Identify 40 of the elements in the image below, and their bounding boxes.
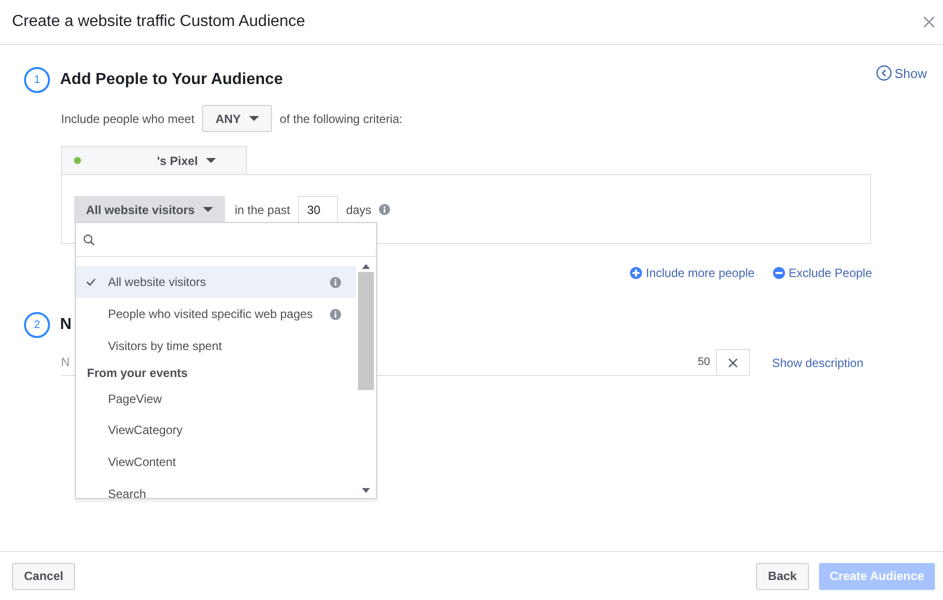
close-icon (923, 16, 935, 28)
section-heading: Add People to Your Audience (60, 71, 283, 89)
show-link[interactable]: Show (876, 65, 927, 81)
step-number: 1 (24, 67, 50, 93)
rule-label: days (346, 202, 372, 216)
minus-circle-icon (772, 267, 785, 279)
cancel-button[interactable]: Cancel (12, 562, 76, 590)
step-number: 2 (24, 312, 50, 338)
menu-option[interactable]: People who visited specific web pages (76, 298, 356, 330)
caret-icon (202, 207, 213, 212)
dialog-title: Create a website traffic Custom Audience (12, 13, 306, 31)
check-icon (86, 278, 96, 286)
section-heading: N (60, 316, 72, 334)
menu-option[interactable]: All website visitors (76, 266, 356, 298)
days-field[interactable]: 30 (298, 196, 338, 223)
criteria-label: Include people who meet (61, 112, 194, 126)
status-dot-icon (74, 157, 81, 164)
search-icon (83, 234, 95, 246)
rule-label: in the past (234, 202, 290, 216)
match-dropdown[interactable]: ANY (202, 105, 272, 132)
scroll-up-icon (362, 264, 370, 269)
menu-option[interactable]: Search (76, 478, 356, 498)
show-description-link[interactable]: Show description (772, 356, 864, 370)
plus-circle-icon (630, 267, 642, 279)
caret-icon (248, 116, 259, 121)
criteria-label: of the following criteria: (280, 112, 403, 126)
clear-button[interactable] (717, 349, 750, 376)
caret-icon (206, 158, 216, 163)
info-icon (379, 204, 390, 215)
exclude-link[interactable]: Exclude People (772, 266, 872, 280)
event-dropdown[interactable]: All website visitors (74, 196, 225, 223)
include-link[interactable]: Include more people (630, 266, 755, 280)
menu-option[interactable]: ViewContent (76, 446, 356, 478)
menu-option[interactable]: PageView (76, 384, 356, 414)
scroll-down-icon (362, 488, 370, 493)
menu-option[interactable]: ViewCategory (76, 414, 356, 446)
chevron-circle-icon (876, 65, 892, 81)
back-button[interactable]: Back (756, 562, 809, 590)
close-icon (728, 358, 738, 368)
pixel-tab[interactable]: 's Pixel (61, 146, 247, 174)
